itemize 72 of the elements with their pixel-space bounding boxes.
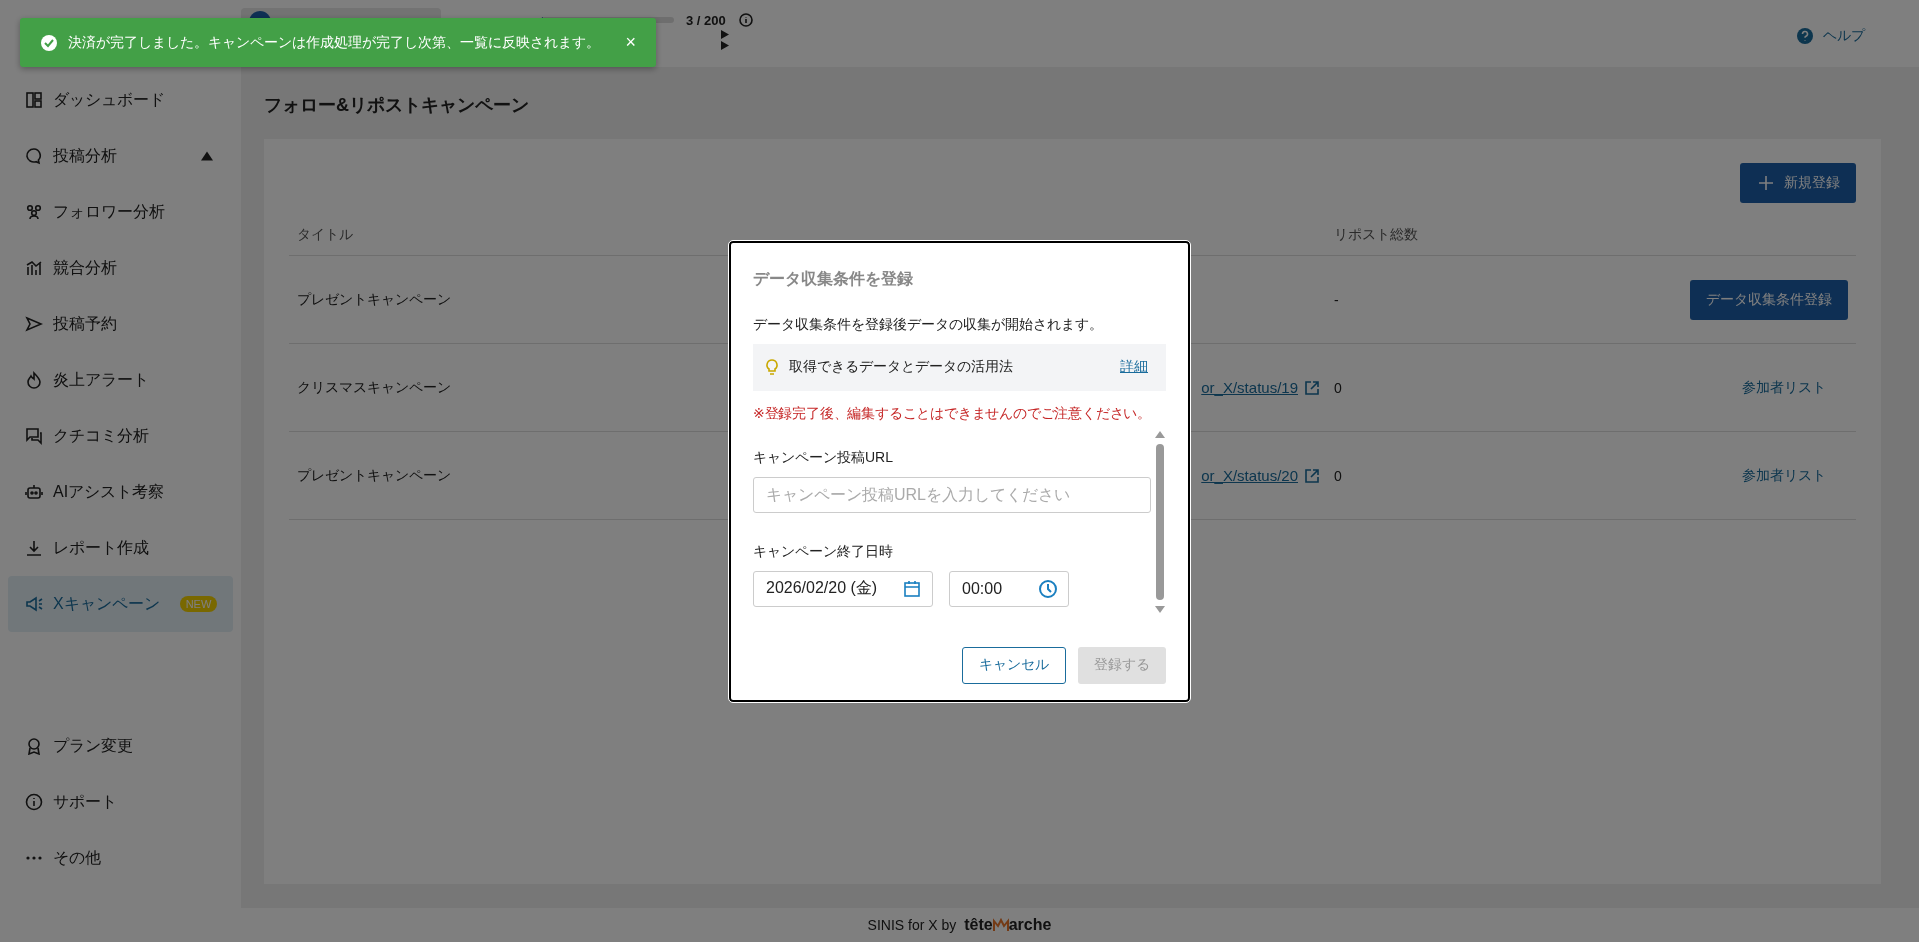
dialog-title: データ収集条件を登録 — [753, 268, 914, 289]
help-link[interactable]: ヘルプ — [1795, 26, 1865, 46]
calendar-icon — [902, 578, 922, 599]
plus-icon — [1756, 173, 1776, 193]
sidebar-item[interactable]: フォロワー分析 — [8, 184, 233, 240]
cancel-button[interactable]: キャンセル — [962, 646, 1066, 684]
robot-icon — [25, 483, 43, 501]
chat-icon — [25, 427, 43, 445]
table-cell-text: - — [1334, 291, 1340, 308]
sidebar-item[interactable]: 投稿分析 — [8, 128, 233, 184]
field-label: キャンペーン終了日時 — [753, 542, 894, 561]
check-circle-icon — [40, 33, 58, 52]
usage-count: 3 / 200 — [686, 12, 726, 28]
column-header: タイトル — [297, 226, 354, 244]
sidebar-item[interactable]: サポート — [8, 774, 233, 830]
participants-link[interactable]: 参加者リスト — [1742, 466, 1848, 485]
external-link-icon — [1304, 467, 1320, 484]
info-icon — [25, 793, 43, 811]
new-button[interactable]: 新規登録 — [1740, 163, 1856, 203]
sidebar-item[interactable]: クチコミ分析 — [8, 408, 233, 464]
sidebar-item[interactable]: 競合分析 — [8, 240, 233, 296]
url-link[interactable]: or_X/status/20 — [1201, 467, 1298, 484]
warning-text: ※登録完了後、編集することはできませんのでご注意ください。 — [753, 404, 1152, 423]
people-icon — [25, 203, 43, 221]
brand-logo: tête arche — [964, 916, 1052, 934]
details-link[interactable]: 詳細 — [1120, 358, 1148, 376]
date-field[interactable]: 2026/02/20 (金) — [753, 570, 933, 607]
participants-link[interactable]: 参加者リスト — [1742, 378, 1848, 397]
sidebar-item[interactable]: AIアシスト考察 — [8, 464, 233, 520]
bar-chart-icon — [25, 259, 43, 277]
scrollbar[interactable] — [1154, 430, 1166, 613]
table-cell-text: プレゼントキャンペーン — [297, 466, 452, 485]
table-cell-text: 0 — [1334, 379, 1343, 396]
table-cell-text: プレゼントキャンペーン — [297, 290, 452, 309]
column-header: リポスト総数 — [1334, 226, 1419, 244]
page-title: フォロー&リポストキャンペーン — [264, 94, 530, 117]
more-icon — [25, 856, 43, 860]
table-cell-text: 0 — [1334, 467, 1343, 484]
send-icon — [25, 315, 43, 333]
sidebar-item[interactable]: ダッシュボード — [8, 72, 233, 128]
arrow-up-icon — [1155, 430, 1165, 438]
footer-text: SINIS for X by — [867, 917, 957, 933]
sidebar-item[interactable]: その他 — [8, 830, 233, 886]
info-icon — [737, 12, 754, 28]
register-button[interactable]: データ収集条件登録 — [1690, 279, 1848, 320]
clock-icon — [1038, 578, 1058, 599]
url-input[interactable]: キャンペーン投稿URLを入力してください — [753, 476, 1151, 513]
arrow-down-icon — [1155, 605, 1165, 613]
info-text: 取得できるデータとデータの活用法 — [789, 358, 1013, 376]
url-link[interactable]: or_X/status/19 — [1201, 379, 1298, 396]
sidebar-item[interactable]: レポート作成 — [8, 520, 233, 576]
chat-bubble-icon — [25, 147, 43, 165]
award-icon — [25, 737, 43, 755]
sidebar-item[interactable]: プラン変更 — [8, 718, 233, 774]
sidebar-item[interactable]: 投稿予約 — [8, 296, 233, 352]
sidebar-item[interactable]: 炎上アラート — [8, 352, 233, 408]
crown-icon — [992, 918, 1009, 932]
lightbulb-icon — [765, 359, 779, 375]
megaphone-icon — [25, 595, 43, 613]
toast-message: 決済が完了しました。キャンペーンは作成処理が完了し次第、一覧に反映されます。 — [68, 33, 600, 52]
external-link-icon — [1304, 379, 1320, 396]
sidebar-item[interactable]: Xキャンペーン NEW — [8, 576, 233, 632]
download-icon — [25, 539, 43, 557]
time-field[interactable]: 00:00 — [949, 570, 1069, 607]
table-cell-text: クリスマスキャンペーン — [297, 378, 452, 397]
dialog-description: データ収集条件を登録後データの収集が開始されます。 — [753, 315, 1104, 334]
field-label: キャンペーン投稿URL — [753, 448, 894, 467]
close-button[interactable]: × — [621, 32, 640, 53]
flame-icon — [25, 371, 43, 389]
help-icon — [1795, 26, 1815, 46]
dashboard-icon — [25, 91, 43, 109]
new-badge: NEW — [179, 596, 218, 612]
